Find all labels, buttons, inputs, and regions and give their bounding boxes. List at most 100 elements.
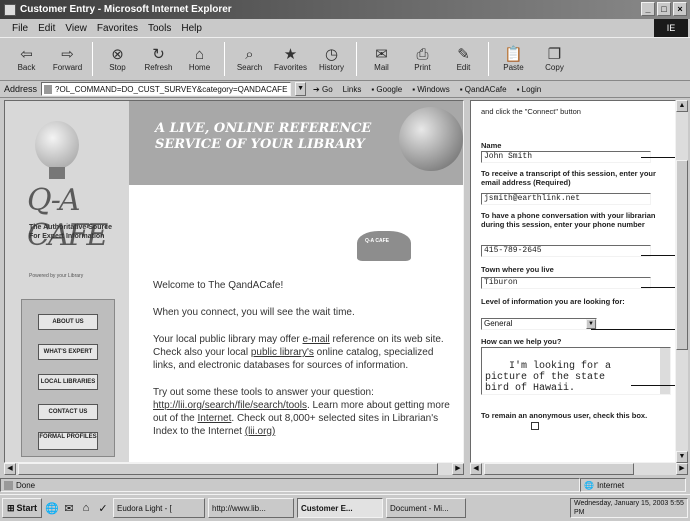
page-icon: [44, 84, 53, 94]
print-button[interactable]: ⎙ Print: [402, 39, 443, 79]
toolbar-separator: [488, 42, 489, 76]
copy-button[interactable]: ❐ Copy: [534, 39, 575, 79]
mail-button[interactable]: ✉ Mail: [361, 39, 402, 79]
tray-clock[interactable]: Wednesday, January 15, 2003 5:55 PM: [574, 500, 684, 516]
lightbulb-logo-icon: [35, 121, 79, 169]
nav-local-libraries[interactable]: LOCAL LIBRARIES: [38, 374, 98, 390]
annotation-line: [591, 329, 675, 330]
favorites-button[interactable]: ★ Favorites: [270, 39, 311, 79]
anonymous-label: To remain an anonymous user, check this …: [481, 411, 648, 420]
task-browser-lib[interactable]: http://www.lib...: [208, 498, 294, 518]
copy-icon: ❐: [547, 46, 562, 63]
internet-link[interactable]: Internet: [197, 413, 231, 424]
annotation-line: [641, 157, 675, 158]
email-link[interactable]: e-mail: [303, 334, 330, 345]
home-button[interactable]: ⌂ Home: [179, 39, 220, 79]
lii-org-link[interactable]: (lii.org): [245, 426, 276, 437]
scroll-down-icon[interactable]: ▼: [676, 451, 688, 463]
stop-button[interactable]: ⊗ Stop: [97, 39, 138, 79]
textarea-scrollbar[interactable]: [660, 348, 670, 394]
refresh-button[interactable]: ↻ Refresh: [138, 39, 179, 79]
left-horizontal-scrollbar[interactable]: ◀ ▶: [4, 463, 464, 475]
anonymous-checkbox[interactable]: [531, 422, 539, 430]
phone-label: To have a phone conversation with your l…: [481, 211, 656, 229]
forward-icon: ⇨: [61, 46, 74, 63]
task-document[interactable]: Document - Mi...: [386, 498, 466, 518]
stop-icon: ⊗: [111, 46, 124, 63]
address-dropdown-icon[interactable]: ▼: [295, 82, 307, 96]
standard-toolbar: ⇦ Back ⇨ Forward ⊗ Stop ↻ Refresh ⌂ Home ⌕ Sea…: [0, 37, 690, 81]
scroll-right-icon[interactable]: ▶: [452, 463, 464, 475]
maximize-button[interactable]: □: [657, 2, 671, 16]
search-button[interactable]: ⌕ Search: [229, 39, 270, 79]
help-text: I'm looking for a picture of the state b…: [485, 361, 612, 394]
address-input[interactable]: ?OL_COMMAND=DO_CUST_SURVEY&category=QAND…: [41, 82, 292, 96]
link-qandacafe[interactable]: ▪ QandACafe: [457, 85, 510, 94]
scroll-thumb[interactable]: [484, 463, 634, 475]
public-library-link[interactable]: public library's: [251, 347, 314, 358]
nav-whats-expert[interactable]: WHAT'S EXPERT: [38, 344, 98, 360]
menu-view[interactable]: View: [65, 23, 87, 34]
history-icon: ◷: [324, 46, 339, 63]
title-bar[interactable]: Customer Entry - Microsoft Internet Expl…: [0, 0, 690, 19]
back-icon: ⇦: [20, 46, 33, 63]
menu-edit[interactable]: Edit: [38, 23, 55, 34]
site-sidebar: Q-A CAFE The Authoritative Source For Ex…: [5, 101, 129, 462]
email-field[interactable]: jsmith@earthlink.net: [481, 193, 651, 205]
scroll-left-icon[interactable]: ◀: [4, 463, 16, 475]
open-book-icon: [357, 231, 411, 261]
paste-button[interactable]: 📋 Paste: [493, 39, 534, 79]
back-button[interactable]: ⇦ Back: [6, 39, 47, 79]
menu-help[interactable]: Help: [181, 23, 202, 34]
right-vertical-scrollbar[interactable]: ▲ ▼: [676, 100, 688, 463]
desktop-quicklaunch-icon[interactable]: ⌂: [79, 502, 93, 514]
menu-file[interactable]: File: [12, 23, 28, 34]
town-field[interactable]: Tiburon: [481, 277, 651, 289]
forward-button[interactable]: ⇨ Forward: [47, 39, 88, 79]
minimize-button[interactable]: _: [641, 2, 655, 16]
ie-app-icon: [4, 3, 16, 16]
scroll-up-icon[interactable]: ▲: [676, 100, 688, 112]
start-button[interactable]: ⊞ Start: [2, 498, 42, 518]
menu-favorites[interactable]: Favorites: [97, 23, 138, 34]
toolbar-separator: [356, 42, 357, 76]
right-horizontal-scrollbar[interactable]: ◀ ▶: [470, 463, 688, 475]
ie-quicklaunch-icon[interactable]: 🌐: [45, 502, 59, 515]
site-tagline: The Authoritative Source For Expert Info…: [29, 224, 112, 240]
task-customer-entry[interactable]: Customer E...: [297, 498, 383, 518]
link-login[interactable]: ▪ Login: [514, 85, 545, 94]
channels-quicklaunch-icon[interactable]: ✓: [96, 502, 110, 515]
right-form-frame: and click the "Connect" button Name John…: [470, 100, 676, 463]
task-eudora[interactable]: Eudora Light - [: [113, 498, 205, 518]
globe-graphic-icon: [399, 107, 463, 171]
menu-tools[interactable]: Tools: [148, 23, 171, 34]
scroll-right-icon[interactable]: ▶: [676, 463, 688, 475]
nav-formal-profiles[interactable]: FORMAL PROFILES: [38, 432, 98, 450]
level-select[interactable]: General ▼: [481, 318, 597, 330]
book-label: Q-A CAFE: [365, 238, 389, 244]
page-done-icon: [4, 480, 13, 490]
link-windows[interactable]: ▪ Windows: [409, 85, 453, 94]
help-label: How can we help you?: [481, 337, 562, 346]
nav-about-us[interactable]: ABOUT US: [38, 314, 98, 330]
edit-button[interactable]: ✎ Edit: [443, 39, 484, 79]
scroll-thumb[interactable]: [676, 160, 688, 350]
outlook-quicklaunch-icon[interactable]: ✉: [62, 502, 76, 515]
name-field[interactable]: John Smith: [481, 151, 651, 163]
history-button[interactable]: ◷ History: [311, 39, 352, 79]
help-textarea[interactable]: I'm looking for a picture of the state b…: [481, 347, 671, 395]
scroll-left-icon[interactable]: ◀: [470, 463, 482, 475]
ie-throbber-icon: IE: [654, 19, 688, 37]
scroll-thumb[interactable]: [18, 463, 438, 475]
connect-instruction: and click the "Connect" button: [481, 107, 581, 116]
town-label: Town where you live: [481, 265, 554, 274]
close-button[interactable]: ×: [673, 2, 687, 16]
powered-by-text: Powered by your Library: [29, 273, 84, 279]
chevron-down-icon[interactable]: ▼: [586, 319, 596, 329]
phone-field[interactable]: 415-789-2645: [481, 245, 651, 257]
go-button[interactable]: ➔ Go: [310, 85, 336, 94]
mail-icon: ✉: [375, 46, 388, 63]
lii-search-link[interactable]: http://lii.org/search/file/search/tools: [153, 400, 307, 411]
nav-contact-us[interactable]: CONTACT US: [38, 404, 98, 420]
link-google[interactable]: ▪ Google: [368, 85, 405, 94]
